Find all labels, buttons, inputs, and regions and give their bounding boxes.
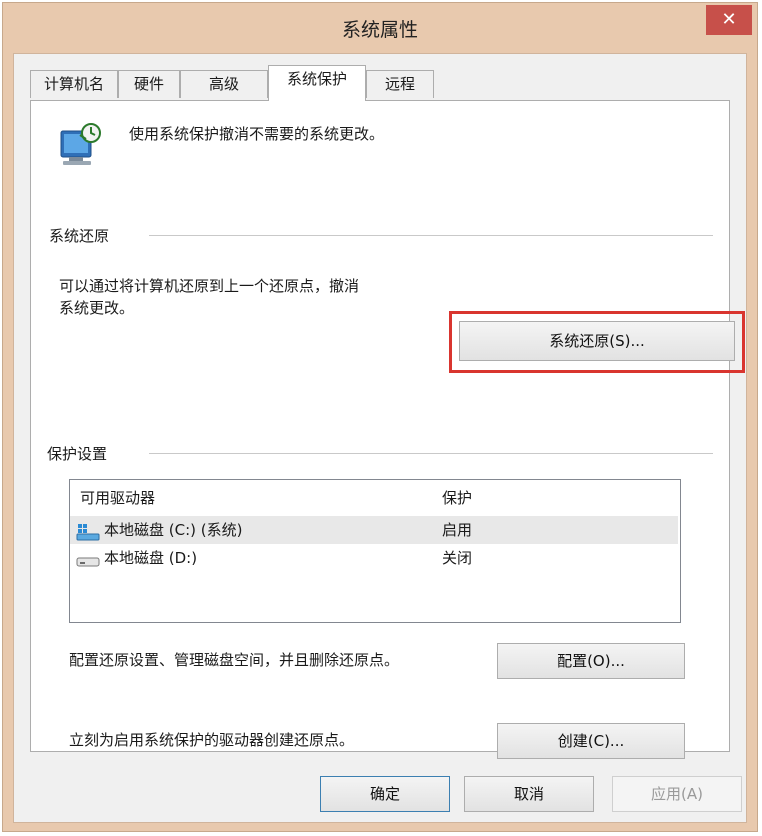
system-properties-window: 系统属性 ✕ 计算机名 硬件 高级 系统保护 远程 使用系统保护撤消不需要的系统… [2, 2, 758, 832]
restore-description-line: 可以通过将计算机还原到上一个还原点，撤消 [59, 277, 360, 295]
drive-list[interactable]: 可用驱动器 保护 本地磁盘 (C:) (系统) 启用 本地磁盘 (D:) 关闭 [69, 479, 681, 623]
tab-label: 硬件 [133, 75, 164, 93]
cancel-button[interactable]: 取消 [464, 776, 594, 812]
system-restore-button[interactable]: 系统还原(S)... [459, 321, 735, 361]
column-header-drive[interactable]: 可用驱动器 [80, 484, 155, 512]
table-row[interactable]: 本地磁盘 (D:) 关闭 [70, 544, 678, 572]
dialog-client-area: 计算机名 硬件 高级 系统保护 远程 使用系统保护撤消不需要的系统更改。 系统还… [13, 53, 747, 823]
tab-label: 计算机名 [43, 75, 104, 93]
create-button[interactable]: 创建(C)... [497, 723, 685, 759]
system-protection-panel: 使用系统保护撤消不需要的系统更改。 系统还原 可以通过将计算机还原到上一个还原点… [30, 100, 745, 759]
header-description: 使用系统保护撤消不需要的系统更改。 [129, 125, 385, 143]
restore-group-label: 系统还原 [49, 227, 110, 245]
tab-system-protection[interactable]: 系统保护 [268, 65, 366, 101]
tab-label: 高级 [208, 75, 239, 93]
apply-button[interactable]: 应用(A) [612, 776, 742, 812]
restore-description: 可以通过将计算机还原到上一个还原点，撤消 系统更改。 [59, 275, 359, 319]
tab-advanced[interactable]: 高级 [180, 70, 268, 98]
restore-group-divider [149, 235, 713, 236]
title-bar[interactable]: 系统属性 ✕ [3, 3, 757, 53]
drive-name: 本地磁盘 (D:) [104, 549, 198, 567]
protection-group-divider [149, 453, 713, 454]
tab-label: 远程 [384, 75, 415, 93]
close-button[interactable]: ✕ [706, 5, 752, 35]
tab-computer-name[interactable]: 计算机名 [30, 70, 118, 98]
configure-button[interactable]: 配置(O)... [497, 643, 685, 679]
tab-hardware[interactable]: 硬件 [118, 70, 180, 98]
table-row[interactable]: 本地磁盘 (C:) (系统) 启用 [70, 516, 678, 544]
drive-list-header: 可用驱动器 保护 [70, 484, 678, 512]
drive-protection-status: 关闭 [442, 549, 473, 567]
close-icon: ✕ [721, 9, 737, 30]
tab-label: 系统保护 [286, 70, 347, 88]
ok-button[interactable]: 确定 [320, 776, 450, 812]
window-title: 系统属性 [341, 19, 418, 41]
create-description: 立刻为启用系统保护的驱动器创建还原点。 [69, 731, 355, 749]
tab-remote[interactable]: 远程 [366, 70, 434, 98]
system-drive-icon [76, 522, 100, 541]
column-header-protection[interactable]: 保护 [442, 484, 472, 512]
drive-protection-status: 启用 [442, 521, 473, 539]
configure-description: 配置还原设置、管理磁盘空间，并且删除还原点。 [69, 651, 400, 669]
drive-icon [76, 550, 100, 568]
drive-name: 本地磁盘 (C:) (系统) [104, 521, 243, 539]
system-protection-icon [53, 121, 109, 173]
restore-description-line: 系统更改。 [59, 299, 135, 317]
protection-group-label: 保护设置 [47, 445, 108, 463]
